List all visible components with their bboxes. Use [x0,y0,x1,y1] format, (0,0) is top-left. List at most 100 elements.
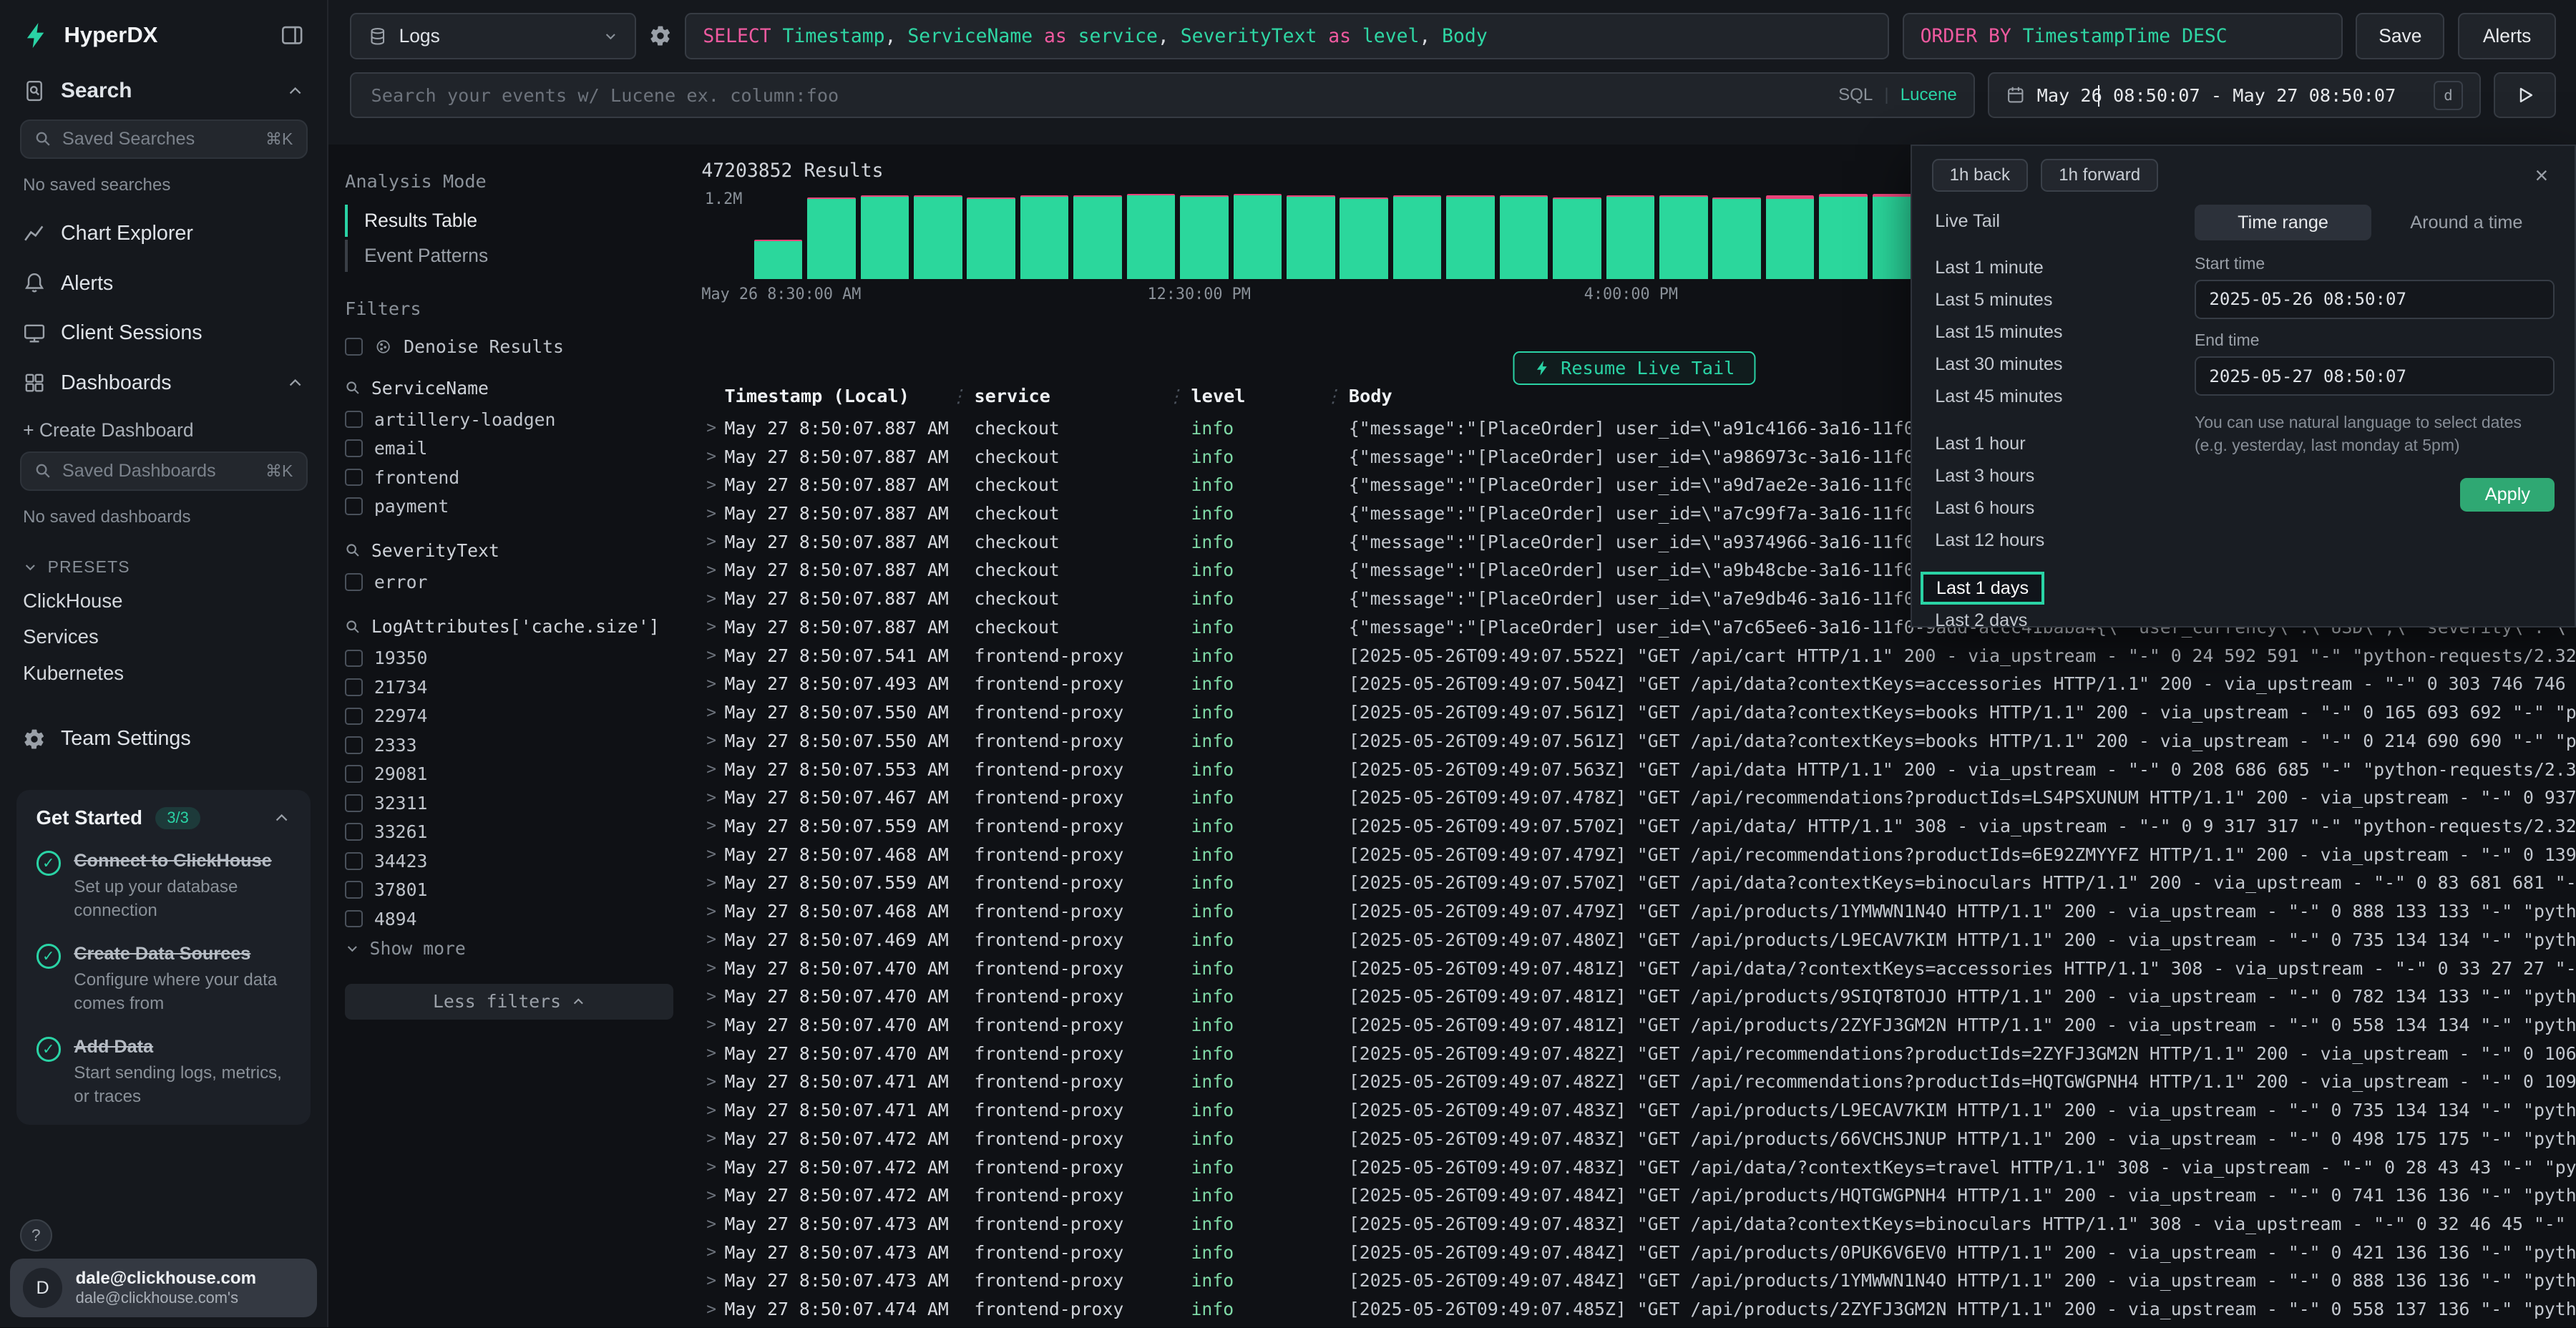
filter-checkbox-item[interactable]: email [345,434,673,462]
checkbox[interactable] [345,910,363,928]
log-row[interactable]: >May 27 8:50:07.468 AMfrontend-proxyinfo… [698,840,2576,869]
checkbox[interactable] [345,708,363,726]
chevron-up-icon[interactable] [286,82,304,100]
checkbox[interactable] [345,823,363,841]
row-expand-chevron[interactable]: > [698,1129,725,1148]
search-icon[interactable] [345,542,361,559]
sql-select-editor[interactable]: SELECT Timestamp, ServiceName as service… [685,13,1889,59]
row-expand-chevron[interactable]: > [698,760,725,778]
checkbox[interactable] [345,678,363,696]
sidebar-item-client-sessions[interactable]: Client Sessions [0,308,327,358]
time-range-option[interactable]: Last 3 hours [1935,460,2178,492]
log-row[interactable]: >May 27 8:50:07.468 AMfrontend-proxyinfo… [698,897,2576,926]
column-resize-handle[interactable]: ⋮ [950,386,967,406]
filter-checkbox-item[interactable]: 37801 [345,875,673,904]
row-expand-chevron[interactable]: > [698,987,725,1006]
checkbox[interactable] [345,411,363,429]
time-range-option[interactable]: Last 45 minutes [1935,381,2178,413]
chevron-up-icon[interactable] [273,809,291,827]
checkbox[interactable] [345,338,363,356]
get-started-item[interactable]: ✓Create Data SourcesConfigure where your… [36,942,291,1015]
row-expand-chevron[interactable]: > [698,617,725,636]
log-row[interactable]: >May 27 8:50:07.472 AMfrontend-proxyinfo… [698,1153,2576,1181]
apply-button[interactable]: Apply [2460,478,2555,512]
time-range-option[interactable]: Last 1 days [1921,572,2045,605]
checkbox[interactable] [345,736,363,754]
filter-checkbox-item[interactable]: 2333 [345,731,673,759]
column-header-timestamp[interactable]: Timestamp (Local)⋮ [724,386,974,406]
order-by-editor[interactable]: ORDER BY TimestampTime DESC [1903,13,2343,59]
time-range-option[interactable]: Last 6 hours [1935,492,2178,524]
checkbox[interactable] [345,439,363,457]
chevron-up-icon[interactable] [286,374,304,392]
row-expand-chevron[interactable]: > [698,959,725,977]
row-expand-chevron[interactable]: > [698,1300,725,1319]
time-range-option[interactable]: Live Tail [1935,205,2178,237]
row-expand-chevron[interactable]: > [698,731,725,750]
row-expand-chevron[interactable]: > [698,1243,725,1261]
preset-item[interactable]: Services [0,619,327,655]
start-time-input[interactable]: 2025-05-26 08:50:07 [2195,280,2555,319]
checkbox[interactable] [345,573,363,591]
log-row[interactable]: >May 27 8:50:07.469 AMfrontend-proxyinfo… [698,925,2576,954]
get-started-item[interactable]: ✓Add DataStart sending logs, metrics, or… [36,1035,291,1108]
row-expand-chevron[interactable]: > [698,1044,725,1063]
time-range-option[interactable]: Last 12 hours [1935,524,2178,557]
log-row[interactable]: >May 27 8:50:07.473 AMfrontend-proxyinfo… [698,1238,2576,1266]
row-expand-chevron[interactable]: > [698,1271,725,1290]
log-row[interactable]: >May 27 8:50:07.473 AMfrontend-proxyinfo… [698,1266,2576,1295]
row-expand-chevron[interactable]: > [698,874,725,892]
date-range-input[interactable]: May 26 08:50:07 - May 27 08:50:07 d [1988,72,2481,118]
sidebar-item-search[interactable]: Search [0,66,327,117]
denoise-results-checkbox[interactable]: Denoise Results [345,332,673,361]
create-dashboard-button[interactable]: + Create Dashboard [0,408,327,448]
row-expand-chevron[interactable]: > [698,902,725,921]
close-icon[interactable]: × [2528,162,2555,189]
source-settings-gear-icon[interactable] [649,24,672,47]
column-header-level[interactable]: level⋮ [1191,386,1348,406]
time-picker-tab[interactable]: Around a time [2378,205,2555,240]
one-hour-forward-button[interactable]: 1h forward [2041,159,2158,192]
log-row[interactable]: >May 27 8:50:07.550 AMfrontend-proxyinfo… [698,726,2576,755]
log-row[interactable]: >May 27 8:50:07.471 AMfrontend-proxyinfo… [698,1068,2576,1096]
sidebar-item-chart-explorer[interactable]: Chart Explorer [0,209,327,259]
row-expand-chevron[interactable]: > [698,1015,725,1034]
log-row[interactable]: >May 27 8:50:07.470 AMfrontend-proxyinfo… [698,1011,2576,1040]
saved-dashboards-input[interactable]: Saved Dashboards ⌘K [20,451,308,491]
duration-badge[interactable]: d [2434,81,2463,110]
row-expand-chevron[interactable]: > [698,930,725,949]
run-search-button[interactable] [2494,72,2556,118]
filter-checkbox-item[interactable]: error [345,567,673,596]
filter-checkbox-item[interactable]: 19350 [345,644,673,673]
log-row[interactable]: >May 27 8:50:07.472 AMfrontend-proxyinfo… [698,1181,2576,1210]
end-time-input[interactable]: 2025-05-27 08:50:07 [2195,356,2555,396]
search-icon[interactable] [345,380,361,396]
row-expand-chevron[interactable]: > [698,1186,725,1205]
help-button[interactable]: ? [20,1219,52,1251]
column-resize-handle[interactable]: ⋮ [1166,386,1184,406]
alerts-button[interactable]: Alerts [2458,13,2557,59]
filter-checkbox-item[interactable]: 4894 [345,904,673,933]
resume-live-tail-button[interactable]: Resume Live Tail [1513,351,1756,385]
row-expand-chevron[interactable]: > [698,590,725,608]
user-menu[interactable]: D dale@clickhouse.com dale@clickhouse.co… [10,1259,318,1318]
save-button[interactable]: Save [2356,13,2444,59]
log-row[interactable]: >May 27 8:50:07.559 AMfrontend-proxyinfo… [698,869,2576,897]
checkbox[interactable] [345,852,363,870]
checkbox[interactable] [345,765,363,783]
log-row[interactable]: >May 27 8:50:07.474 AMfrontend-proxyinfo… [698,1295,2576,1324]
filter-checkbox-item[interactable]: 22974 [345,702,673,731]
row-expand-chevron[interactable]: > [698,816,725,835]
column-resize-handle[interactable]: ⋮ [1324,386,1342,406]
log-row[interactable]: >May 27 8:50:07.559 AMfrontend-proxyinfo… [698,812,2576,841]
saved-searches-input[interactable]: Saved Searches ⌘K [20,119,308,159]
log-row[interactable]: >May 27 8:50:07.470 AMfrontend-proxyinfo… [698,982,2576,1011]
log-row[interactable]: >May 27 8:50:07.541 AMfrontend-proxyinfo… [698,641,2576,670]
search-input[interactable] [368,83,1827,107]
log-row[interactable]: >May 27 8:50:07.471 AMfrontend-proxyinfo… [698,1096,2576,1125]
log-row[interactable]: >May 27 8:50:07.470 AMfrontend-proxyinfo… [698,954,2576,982]
log-row[interactable]: >May 27 8:50:07.470 AMfrontend-proxyinfo… [698,1039,2576,1068]
row-expand-chevron[interactable]: > [698,1073,725,1091]
source-select[interactable]: Logs [350,13,635,59]
sidebar-item-team-settings[interactable]: Team Settings [0,714,327,764]
